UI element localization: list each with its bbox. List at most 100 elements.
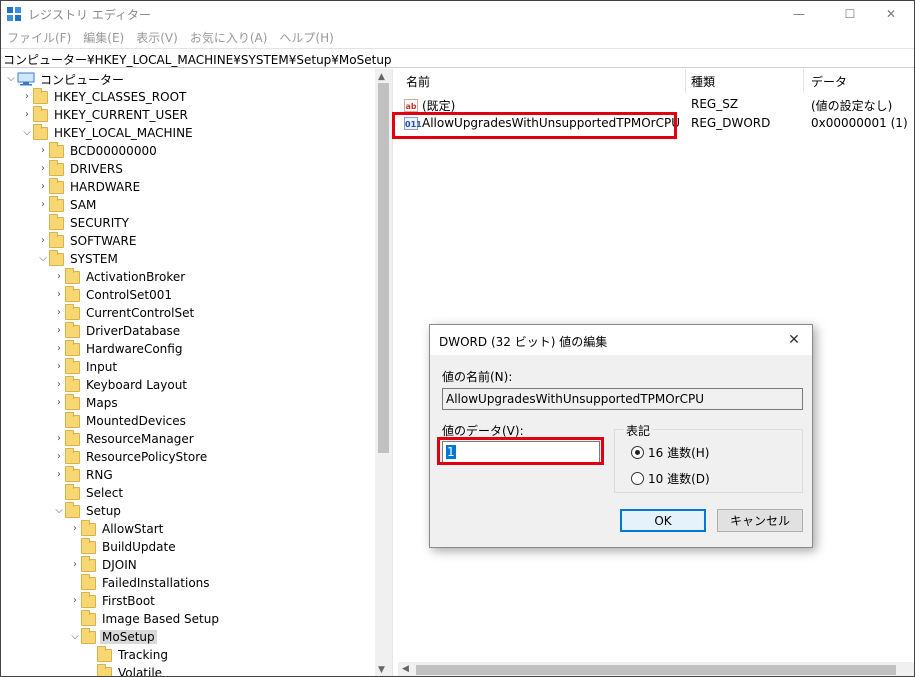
tree-item[interactable]: BuildUpdate	[69, 537, 178, 556]
menu-edit[interactable]: 編集(E)	[77, 27, 130, 47]
list-hscrollbar[interactable]: ◀	[398, 662, 914, 676]
scroll-down-icon[interactable]: ▼	[378, 665, 385, 675]
chevron-right-icon[interactable]: ›	[69, 559, 81, 571]
chevron-right-icon[interactable]: ›	[21, 91, 33, 103]
chevron-right-icon[interactable]: ›	[21, 109, 33, 121]
tree-label: CurrentControlSet	[86, 306, 195, 320]
chevron-right-icon[interactable]: ›	[53, 289, 65, 301]
tree-item[interactable]: ⌵ SYSTEM	[37, 249, 120, 268]
tree-connector	[69, 541, 81, 553]
radio-hex-indicator[interactable]	[631, 446, 644, 459]
minimize-button[interactable]: —	[776, 1, 822, 27]
tree-item[interactable]: › ActivationBroker	[53, 267, 187, 286]
chevron-down-icon[interactable]: ⌵	[37, 253, 49, 265]
tree-item[interactable]: SECURITY	[37, 213, 131, 232]
tree-item[interactable]: ⌵ MoSetup	[69, 627, 157, 646]
tree-item[interactable]: Volatile	[85, 663, 164, 676]
scroll-up-icon[interactable]: ▲	[378, 72, 385, 82]
chevron-right-icon[interactable]: ›	[37, 235, 49, 247]
chevron-right-icon[interactable]: ›	[37, 163, 49, 175]
tree-item[interactable]: › Maps	[53, 393, 120, 412]
tree-scrollbar[interactable]: ▲ ▼	[375, 69, 392, 676]
radio-hex[interactable]: 16 進数(H)	[631, 444, 709, 461]
address-bar[interactable]: コンピューター¥HKEY_LOCAL_MACHINE¥SYSTEM¥Setup¥…	[1, 48, 914, 68]
col-data-header[interactable]: データ	[811, 73, 847, 90]
tree-item[interactable]: ⌵ Setup	[53, 501, 123, 520]
tree-item[interactable]: › SOFTWARE	[37, 231, 138, 250]
menu-file[interactable]: ファイル(F)	[1, 27, 77, 47]
menu-favorites[interactable]: お気に入り(A)	[184, 27, 274, 47]
tree-item[interactable]: › ResourceManager	[53, 429, 196, 448]
tree-item[interactable]: › HARDWARE	[37, 177, 142, 196]
chevron-down-icon[interactable]: ⌵	[21, 127, 33, 139]
chevron-right-icon[interactable]: ›	[37, 145, 49, 157]
chevron-right-icon[interactable]: ›	[37, 181, 49, 193]
tree-item[interactable]: › ControlSet001	[53, 285, 174, 304]
tree-scroll-thumb[interactable]	[378, 83, 389, 453]
value-name-field[interactable]: AllowUpgradesWithUnsupportedTPMOrCPU	[442, 388, 803, 410]
col-divider[interactable]	[803, 69, 804, 93]
close-button[interactable]: ✕	[868, 1, 914, 27]
tree-item[interactable]: MountedDevices	[53, 411, 188, 430]
tree-label: FirstBoot	[102, 594, 155, 608]
scroll-left-icon[interactable]: ◀	[402, 664, 409, 674]
list-hscroll-thumb[interactable]	[416, 665, 896, 675]
radio-dec-indicator[interactable]	[631, 472, 644, 485]
tree-item[interactable]: Tracking	[85, 645, 170, 664]
folder-icon	[65, 375, 80, 392]
tree-item[interactable]: › ResourcePolicyStore	[53, 447, 209, 466]
chevron-right-icon[interactable]: ›	[53, 307, 65, 319]
chevron-right-icon[interactable]: ›	[37, 199, 49, 211]
tree-item[interactable]: › BCD00000000	[37, 141, 159, 160]
tree-item[interactable]: Image Based Setup	[69, 609, 221, 628]
chevron-right-icon[interactable]: ›	[53, 325, 65, 337]
tree-item[interactable]: › DJOIN	[69, 555, 139, 574]
tree-item[interactable]: › SAM	[37, 195, 98, 214]
col-name-header[interactable]: 名前	[406, 73, 430, 90]
chevron-right-icon[interactable]: ›	[53, 271, 65, 283]
chevron-right-icon[interactable]: ›	[53, 397, 65, 409]
col-divider[interactable]	[685, 69, 686, 93]
menu-help[interactable]: ヘルプ(H)	[273, 27, 339, 47]
chevron-down-icon[interactable]: ⌵	[5, 73, 17, 85]
chevron-right-icon[interactable]: ›	[69, 523, 81, 535]
tree-item[interactable]: FailedInstallations	[69, 573, 212, 592]
tree-item[interactable]: › DriverDatabase	[53, 321, 182, 340]
tree-item[interactable]: › CurrentControlSet	[53, 303, 196, 322]
tree-item[interactable]: Select	[53, 483, 125, 502]
tree-item[interactable]: › FirstBoot	[69, 591, 157, 610]
value-data-input[interactable]: 1	[442, 441, 600, 463]
chevron-right-icon[interactable]: ›	[69, 595, 81, 607]
folder-icon	[49, 231, 64, 248]
chevron-right-icon[interactable]: ›	[53, 361, 65, 373]
radio-dec[interactable]: 10 進数(D)	[631, 470, 710, 487]
tree-item[interactable]: › HKEY_CLASSES_ROOT	[21, 87, 188, 106]
tree-label: HKEY_LOCAL_MACHINE	[54, 126, 193, 140]
tree-item[interactable]: › RNG	[53, 465, 115, 484]
value-row[interactable]: 011 AllowUpgradesWithUnsupportedTPMOrCPU…	[398, 114, 914, 132]
tree-item[interactable]: › Input	[53, 357, 119, 376]
cancel-button[interactable]: キャンセル	[717, 509, 803, 532]
tree-item[interactable]: › HardwareConfig	[53, 339, 184, 358]
tree-item[interactable]: ⌵ HKEY_LOCAL_MACHINE	[21, 123, 195, 142]
tree-item[interactable]: › HKEY_CURRENT_USER	[21, 105, 190, 124]
value-row[interactable]: ab (既定) REG_SZ (値の設定なし)	[398, 95, 914, 113]
tree-item[interactable]: › DRIVERS	[37, 159, 125, 178]
folder-icon	[81, 609, 96, 626]
tree-item[interactable]: › Keyboard Layout	[53, 375, 189, 394]
chevron-right-icon[interactable]: ›	[53, 433, 65, 445]
tree-item[interactable]: › AllowStart	[69, 519, 165, 538]
chevron-right-icon[interactable]: ›	[53, 343, 65, 355]
tree-label: コンピューター	[40, 72, 125, 87]
menu-view[interactable]: 表示(V)	[130, 27, 184, 47]
col-type-header[interactable]: 種類	[691, 73, 715, 90]
dialog-close-icon[interactable]: ✕	[784, 330, 804, 350]
chevron-down-icon[interactable]: ⌵	[69, 631, 81, 643]
chevron-right-icon[interactable]: ›	[53, 379, 65, 391]
ok-button[interactable]: OK	[620, 509, 706, 532]
maximize-button[interactable]: ☐	[827, 1, 873, 27]
chevron-right-icon[interactable]: ›	[53, 469, 65, 481]
tree-root[interactable]: ⌵ コンピューター	[5, 70, 126, 88]
chevron-right-icon[interactable]: ›	[53, 451, 65, 463]
chevron-down-icon[interactable]: ⌵	[53, 505, 65, 517]
